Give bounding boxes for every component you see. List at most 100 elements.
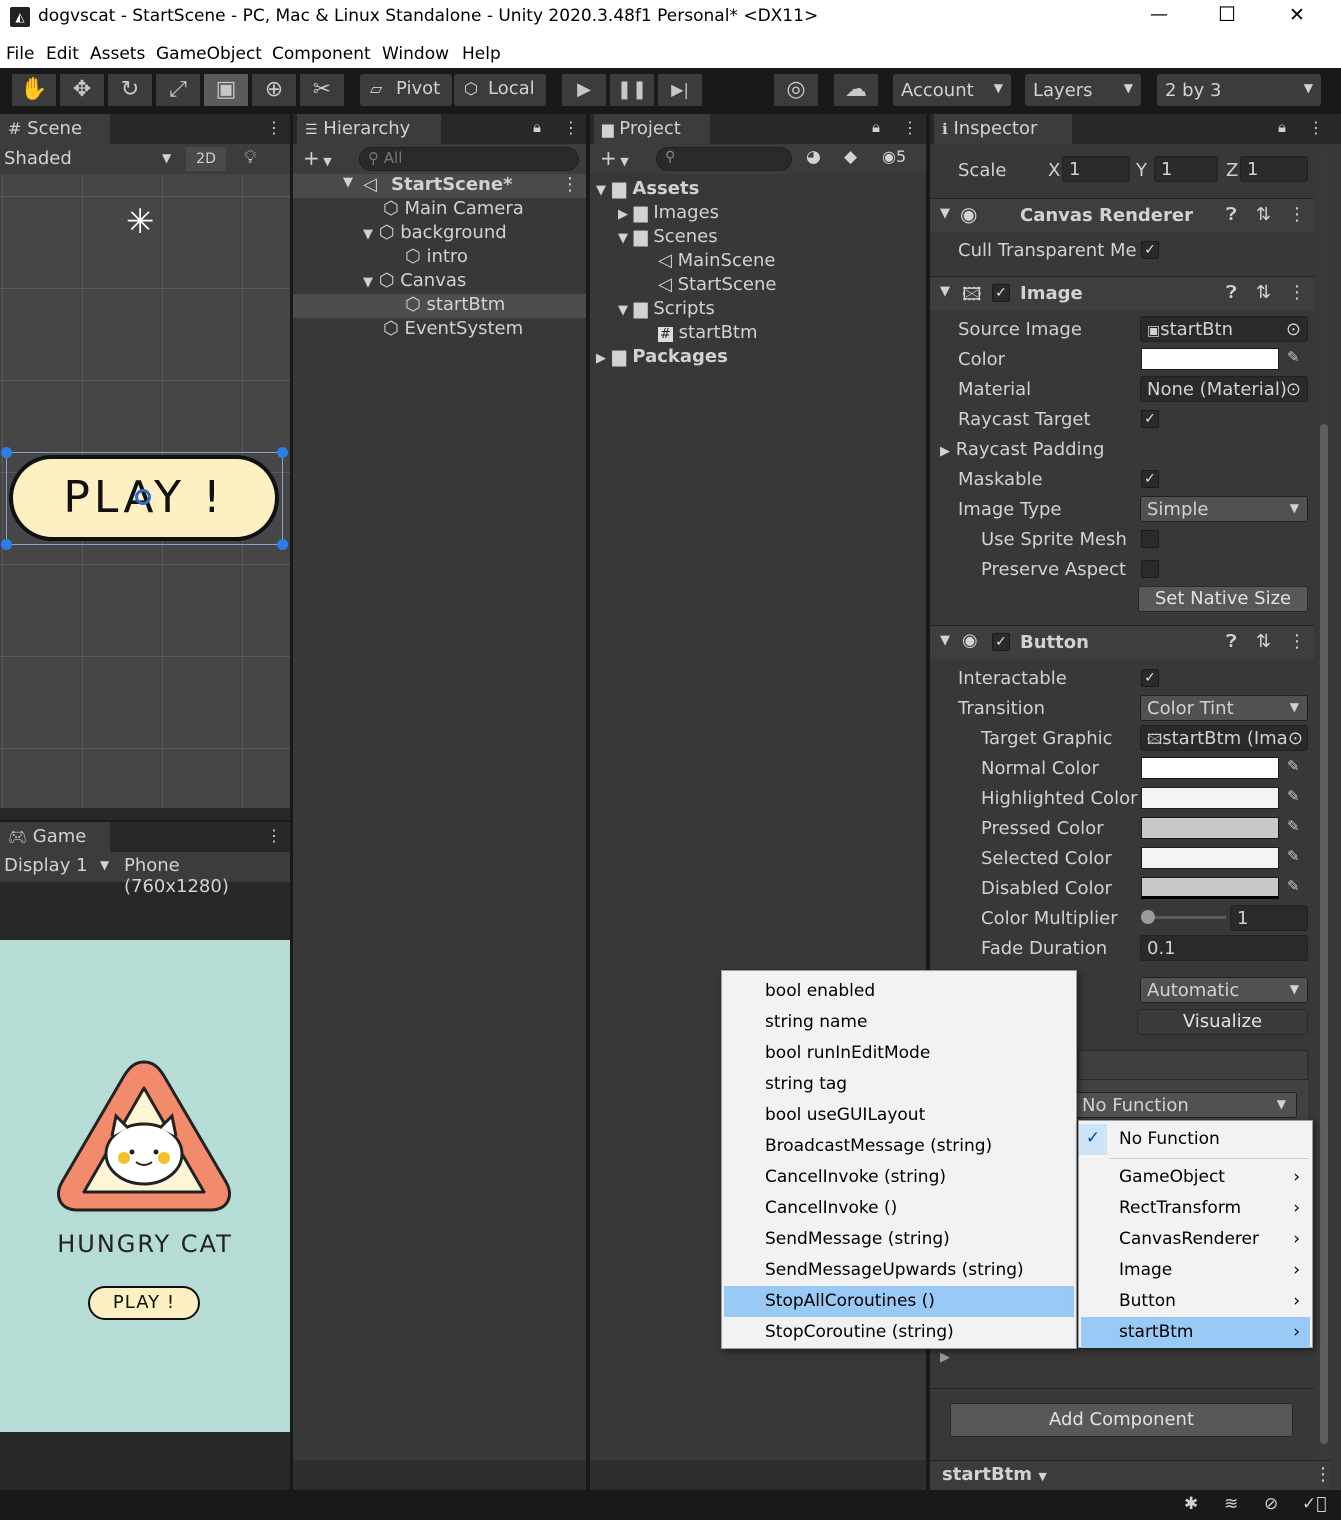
highlighted-color-swatch[interactable] [1141,787,1279,809]
eyedropper-icon[interactable]: ✎ [1287,348,1300,366]
layers-dropdown[interactable]: Layers ▼ [1025,74,1141,106]
eyedropper-icon[interactable]: ✎ [1287,877,1300,895]
menu-item[interactable]: BroadcastMessage (string) [722,1131,1076,1162]
object-picker-icon[interactable]: ⊙ [1287,728,1303,749]
move-tool-icon[interactable]: ✥ [60,74,104,106]
scale-tool-icon[interactable]: ⤢ [156,74,200,106]
tab-scene[interactable]: # Scene [0,114,110,144]
custom-tool-icon[interactable]: ✂ [300,74,344,106]
rotate-tool-icon[interactable]: ↻ [108,74,152,106]
menu-item[interactable]: Image › [1079,1255,1312,1286]
filter-type-icon[interactable]: ◕ [806,147,821,167]
menu-item[interactable]: SendMessageUpwards (string) [722,1255,1076,1286]
lock-icon[interactable]: 🔒︎ [533,118,541,136]
scale-x-field[interactable]: 1 [1062,156,1130,182]
object-picker-icon[interactable]: ⊙ [1286,379,1301,400]
eyedropper-icon[interactable]: ✎ [1287,787,1300,805]
preset-icon[interactable]: ⇅ [1256,631,1271,652]
list-item-selected[interactable]: ⬡ startBtm [293,294,586,318]
selected-color-swatch[interactable] [1141,847,1279,869]
scene-row[interactable]: ▼ ◁ StartScene* ⋮ [293,174,586,198]
project-menu-icon[interactable]: ⋮ [902,118,918,137]
local-button[interactable]: ⬡ Local [454,74,546,106]
layers-status-icon[interactable]: ≋ [1224,1494,1238,1514]
image-enabled-checkbox[interactable]: ✓ [992,284,1010,302]
multiplier-slider-track[interactable] [1144,916,1226,919]
button-enabled-checkbox[interactable]: ✓ [992,633,1010,651]
help-icon[interactable]: ❓︎ [1226,631,1237,652]
hierarchy-search-input[interactable]: ⚲ All [359,147,579,171]
preset-icon[interactable]: ⇅ [1256,282,1271,303]
account-dropdown[interactable]: Account ▼ [893,74,1011,106]
list-item[interactable]: ◁ MainScene [658,250,775,271]
hidden-packages-button[interactable]: ◉5 [882,147,906,166]
eyedropper-icon[interactable]: ✎ [1287,847,1300,865]
menu-item[interactable]: bool runInEditMode [722,1038,1076,1069]
hand-tool-icon[interactable]: ✋ [12,74,56,106]
create-button[interactable]: + ▼ [600,146,629,170]
tab-game[interactable]: 🎮︎ Game [0,822,110,852]
image-type-dropdown[interactable]: Simple ▼ [1140,496,1308,522]
filter-label-icon[interactable]: ◆ [844,147,857,167]
cloud-icon[interactable]: ☁ [834,74,878,106]
list-item[interactable]: ⬡ EventSystem [383,318,523,339]
list-item[interactable]: ▼ ▆ Assets [596,178,699,199]
transition-dropdown[interactable]: Color Tint ▼ [1140,695,1308,721]
shading-dropdown[interactable]: Shaded ▼ [4,148,174,169]
menu-file[interactable]: File [6,44,34,64]
create-button[interactable]: + ▼ [303,146,332,170]
transform-tool-icon[interactable]: ⊕ [252,74,296,106]
menu-edit[interactable]: Edit [46,44,79,64]
help-icon[interactable]: ❓︎ [1226,282,1237,303]
list-item[interactable]: # startBtm [658,322,758,343]
menu-component[interactable]: Component [272,44,371,64]
material-foldout-arrow[interactable]: ▶ [940,1350,950,1365]
menu-item-highlighted[interactable]: StopAllCoroutines () [724,1286,1074,1317]
network-icon[interactable]: ⊘ [1264,1494,1278,1514]
scrollbar-thumb[interactable] [1320,424,1328,1444]
close-button[interactable]: ✕ [1289,4,1305,26]
disabled-color-swatch[interactable] [1141,877,1279,899]
canvas-renderer-header[interactable]: ▼ ◉ Canvas Renderer ❓︎ ⇅ ⋮ [930,198,1314,232]
object-picker-icon[interactable]: ⊙ [1286,319,1301,340]
navigation-dropdown[interactable]: Automatic ▼ [1140,977,1308,1003]
lighting-icon[interactable]: 💡︎ [244,147,257,168]
component-menu-icon[interactable]: ⋮ [1288,282,1306,303]
play-button[interactable]: ▶ [562,74,606,106]
menu-item-checked[interactable]: ✓ No Function [1079,1124,1312,1155]
menu-window[interactable]: Window [382,44,449,64]
preset-icon[interactable]: ⇅ [1256,204,1271,225]
menu-item[interactable]: StopCoroutine (string) [722,1317,1076,1348]
tab-inspector[interactable]: ℹ Inspector [934,114,1072,144]
layout-dropdown[interactable]: 2 by 3 ▼ [1157,74,1321,106]
interactable-checkbox[interactable]: ✓ [1141,669,1159,687]
list-item[interactable]: ▼ ▆ Scripts [618,298,715,319]
menu-item[interactable]: CanvasRenderer › [1079,1224,1312,1255]
lock-icon[interactable]: 🔒︎ [1278,118,1286,136]
sprite-mesh-checkbox[interactable] [1141,530,1159,548]
list-item[interactable]: ⬡ Main Camera [383,198,524,219]
list-item[interactable]: ◁ StartScene [658,274,776,295]
display-dropdown[interactable]: Display 1 ▼ [4,855,116,876]
list-item[interactable]: ▼ ▆ Scenes [618,226,718,247]
eyedropper-icon[interactable]: ✎ [1287,757,1300,775]
menu-item[interactable]: string name [722,1007,1076,1038]
multiplier-field[interactable]: 1 [1230,905,1308,931]
menu-item[interactable]: RectTransform › [1079,1193,1312,1224]
menu-item[interactable]: bool enabled [722,976,1076,1007]
menu-item[interactable]: Button › [1079,1286,1312,1317]
image-header[interactable]: ▼ 🖾 ✓ Image ❓︎ ⇅ ⋮ [930,276,1314,310]
button-header[interactable]: ▼ ◉ ✓ Button ❓︎ ⇅ ⋮ [930,625,1314,659]
menu-item[interactable]: GameObject › [1079,1162,1312,1193]
lock-icon[interactable]: 🔒︎ [872,118,880,136]
material-field[interactable]: None (Material) ⊙ [1140,376,1308,402]
raycast-padding-foldout[interactable]: ▶ Raycast Padding [940,439,1104,460]
list-item[interactable]: ▼ ⬡ background [363,222,507,243]
game-play-button[interactable]: PLAY ! [88,1286,200,1320]
2d-toggle[interactable]: 2D [186,147,226,171]
menu-item[interactable]: bool useGUILayout [722,1100,1076,1131]
multiplier-slider-thumb[interactable] [1141,910,1155,924]
add-component-button[interactable]: Add Component [950,1403,1293,1437]
menu-item[interactable]: string tag [722,1069,1076,1100]
footer-object-dropdown[interactable]: startBtm ▼ [942,1464,1047,1485]
